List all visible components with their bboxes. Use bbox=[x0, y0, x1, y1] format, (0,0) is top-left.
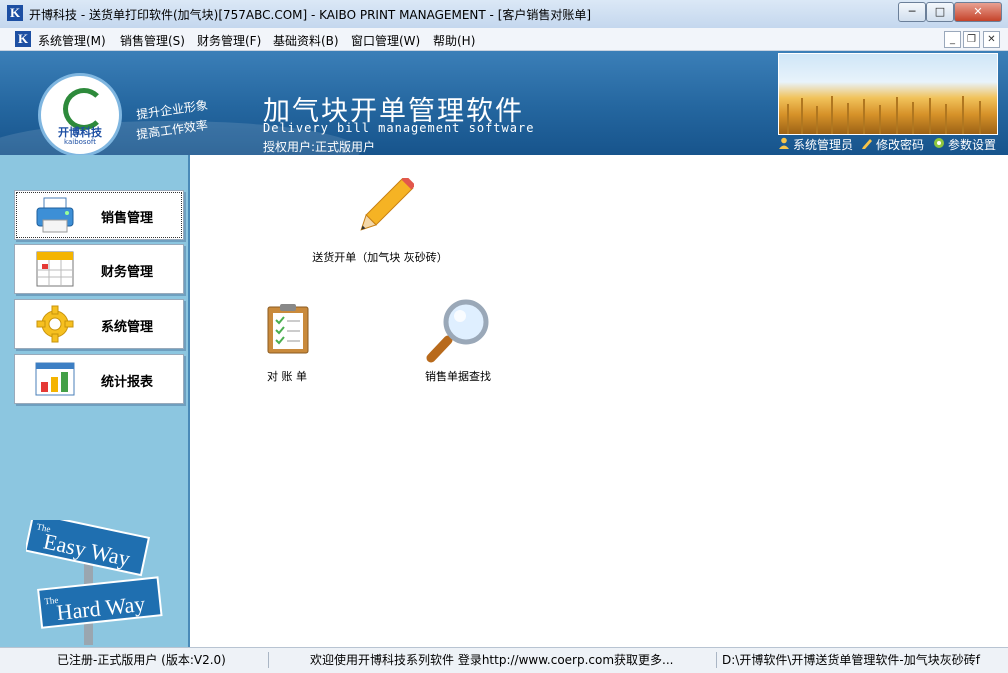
window-maximize-button[interactable]: □ bbox=[926, 2, 954, 22]
change-password-link[interactable]: 修改密码 bbox=[861, 136, 924, 153]
wheat-field-image bbox=[778, 53, 998, 135]
sidebar-item-label: 系统管理 bbox=[101, 320, 154, 335]
easy-hard-way-sign: The Easy Way The Hard Way bbox=[24, 512, 166, 645]
gear-icon bbox=[35, 305, 75, 343]
change-password-label: 修改密码 bbox=[876, 138, 925, 152]
status-bar: 已注册-正式版用户 (版本:V2.0) 欢迎使用开博科技系列软件 登录http:… bbox=[0, 647, 1008, 673]
printer-icon bbox=[35, 196, 75, 234]
menu-sales[interactable]: 销售管理(S) bbox=[120, 32, 185, 49]
function-label: 销售单据查找 bbox=[425, 370, 491, 383]
menu-basic-data[interactable]: 基础资料(B) bbox=[273, 32, 339, 49]
parameter-settings-link[interactable]: 参数设置 bbox=[933, 136, 996, 153]
window-close-button[interactable]: ✕ bbox=[954, 2, 1002, 22]
parameter-settings-label: 参数设置 bbox=[948, 138, 997, 152]
app-logo-icon: K bbox=[7, 5, 23, 21]
menu-bar: K 系统管理(M) 销售管理(S) 财务管理(F) 基础资料(B) 窗口管理(W… bbox=[0, 28, 1008, 51]
status-separator bbox=[268, 652, 269, 668]
authorized-user-label: 授权用户:正式版用户 bbox=[263, 140, 376, 154]
admin-user-label: 系统管理员 bbox=[793, 138, 854, 152]
status-welcome: 欢迎使用开博科技系列软件 登录http://www.coerp.com获取更多.… bbox=[310, 653, 674, 667]
magnifier-icon bbox=[426, 298, 492, 364]
menu-system[interactable]: 系统管理(M) bbox=[38, 32, 106, 49]
function-statement[interactable]: 对 账 单 bbox=[245, 302, 329, 386]
settings-icon bbox=[933, 137, 945, 152]
menu-finance[interactable]: 财务管理(F) bbox=[197, 32, 261, 49]
function-label: 送货开单（加气块 灰砂砖） bbox=[312, 251, 448, 264]
user-icon bbox=[778, 137, 790, 152]
mdi-restore-button[interactable]: ❐ bbox=[963, 31, 980, 48]
status-path: D:\开博软件\开博送货单管理软件-加气块灰砂砖f bbox=[722, 653, 980, 667]
status-separator bbox=[716, 652, 717, 668]
mdi-close-button[interactable]: ✕ bbox=[983, 31, 1000, 48]
sidebar-item-label: 销售管理 bbox=[101, 211, 154, 226]
window-titlebar[interactable]: K 开博科技 - 送货单打印软件(加气块)[757ABC.COM] - KAIB… bbox=[0, 0, 1008, 29]
window-minimize-button[interactable]: ─ bbox=[898, 2, 926, 22]
sidebar-item-reports[interactable]: 统计报表 bbox=[14, 354, 184, 404]
menu-help[interactable]: 帮助(H) bbox=[433, 32, 475, 49]
clipboard-icon bbox=[265, 302, 311, 354]
function-delivery-order[interactable]: 送货开单（加气块 灰砂砖） bbox=[300, 175, 460, 270]
mdi-minimize-button[interactable]: _ bbox=[944, 31, 961, 48]
company-logo: 开博科技 kaibosoft bbox=[38, 73, 122, 155]
left-sidebar: 销售管理 财务管理 系统管理 统计报表 The Easy Way The Har… bbox=[0, 155, 190, 647]
calendar-icon bbox=[35, 250, 75, 288]
status-registration: 已注册-正式版用户 (版本:V2.0) bbox=[57, 653, 226, 667]
header-banner: 开博科技 kaibosoft 提升企业形象 提高工作效率 加气块开单管理软件 D… bbox=[0, 51, 1008, 155]
product-subtitle: Delivery bill management software bbox=[263, 121, 535, 135]
pencil-icon bbox=[348, 175, 416, 242]
sidebar-item-finance[interactable]: 财务管理 bbox=[14, 244, 184, 294]
sidebar-item-label: 统计报表 bbox=[101, 375, 154, 390]
function-sales-search[interactable]: 销售单据查找 bbox=[410, 298, 506, 386]
bar-chart-icon bbox=[35, 360, 75, 398]
sidebar-item-sales[interactable]: 销售管理 bbox=[14, 190, 184, 240]
mdi-app-icon[interactable]: K bbox=[15, 31, 31, 47]
pencil-icon bbox=[861, 137, 873, 152]
logo-company-sub: kaibosoft bbox=[64, 138, 96, 146]
window-title: 开博科技 - 送货单打印软件(加气块)[757ABC.COM] - KAIBO … bbox=[29, 8, 592, 22]
sidebar-item-system[interactable]: 系统管理 bbox=[14, 299, 184, 349]
menu-window[interactable]: 窗口管理(W) bbox=[351, 32, 420, 49]
sidebar-item-label: 财务管理 bbox=[101, 265, 154, 280]
function-label: 对 账 单 bbox=[267, 370, 307, 383]
admin-user-link[interactable]: 系统管理员 bbox=[778, 136, 853, 153]
